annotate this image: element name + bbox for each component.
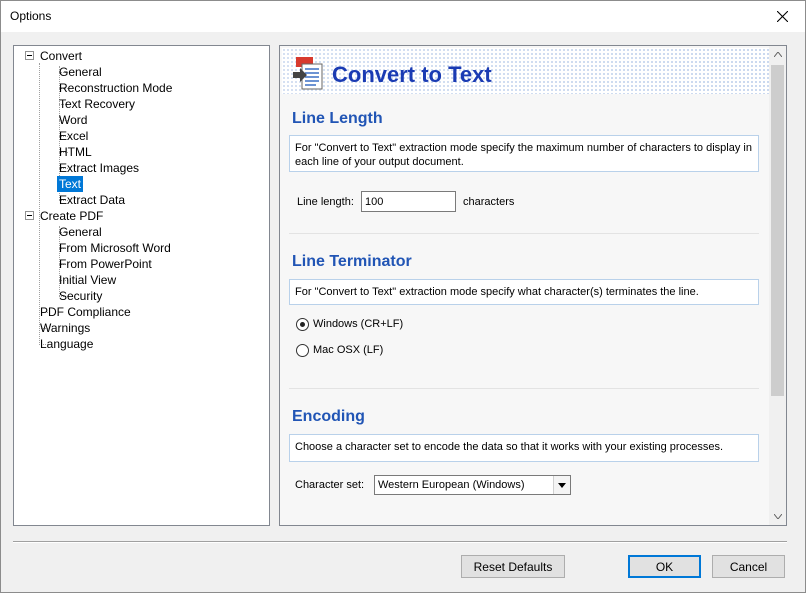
settings-scroll-area: Convert to Text Line Length For "Convert… xyxy=(280,46,769,525)
encoding-heading: Encoding xyxy=(292,408,365,425)
panel-header: Convert to Text xyxy=(282,48,769,94)
line-terminator-description: For "Convert to Text" extraction mode sp… xyxy=(289,279,759,305)
tree-item-extract-images[interactable]: Extract Images xyxy=(57,160,141,176)
line-length-heading: Line Length xyxy=(292,110,383,127)
tree-item-convert[interactable]: Convert xyxy=(38,48,84,64)
radio-windows-crlf-label[interactable]: Windows (CR+LF) xyxy=(313,318,403,330)
tree-item-pdf-general[interactable]: General xyxy=(57,224,104,240)
line-length-input[interactable] xyxy=(361,191,456,212)
reset-defaults-button[interactable]: Reset Defaults xyxy=(461,555,565,578)
collapse-icon[interactable] xyxy=(25,211,34,220)
tree-line xyxy=(39,63,40,345)
tree-item-security[interactable]: Security xyxy=(57,288,104,304)
cancel-button[interactable]: Cancel xyxy=(712,555,785,578)
scroll-down-icon[interactable] xyxy=(769,508,786,525)
convert-to-text-icon xyxy=(293,57,323,90)
window-title: Options xyxy=(10,9,52,23)
encoding-description: Choose a character set to encode the dat… xyxy=(289,434,759,462)
tree-item-extract-data[interactable]: Extract Data xyxy=(57,192,127,208)
options-tree[interactable]: Convert General Reconstruction Mode Text… xyxy=(13,45,270,526)
tree-item-html[interactable]: HTML xyxy=(57,144,94,160)
close-button[interactable] xyxy=(759,1,805,32)
footer-divider xyxy=(13,541,787,543)
section-divider xyxy=(289,233,759,234)
character-set-value: Western European (Windows) xyxy=(378,479,525,491)
tree-item-create-pdf[interactable]: Create PDF xyxy=(38,208,105,224)
close-icon xyxy=(776,11,788,22)
tree-item-language[interactable]: Language xyxy=(38,336,95,352)
tree-item-from-powerpoint[interactable]: From PowerPoint xyxy=(57,256,154,272)
title-bar: Options xyxy=(1,1,805,32)
tree-item-text[interactable]: Text xyxy=(57,176,84,192)
line-length-unit: characters xyxy=(463,196,515,208)
ok-button[interactable]: OK xyxy=(628,555,701,578)
options-dialog: Options Convert General Reconstruction M… xyxy=(0,0,806,593)
tree-item-text-recovery[interactable]: Text Recovery xyxy=(57,96,137,112)
line-length-label: Line length: xyxy=(297,196,354,208)
scrollbar-thumb[interactable] xyxy=(771,65,784,396)
tree-item-excel[interactable]: Excel xyxy=(57,128,90,144)
dropdown-arrow-icon[interactable] xyxy=(553,476,570,494)
radio-mac-osx-lf-label[interactable]: Mac OSX (LF) xyxy=(313,344,383,356)
character-set-select[interactable]: Western European (Windows) xyxy=(374,475,571,495)
character-set-label: Character set: xyxy=(295,479,365,491)
tree-item-word[interactable]: Word xyxy=(57,112,89,128)
tree-item-from-microsoft-word[interactable]: From Microsoft Word xyxy=(57,240,173,256)
tree-item-warnings[interactable]: Warnings xyxy=(38,320,92,336)
tree-item-pdf-compliance[interactable]: PDF Compliance xyxy=(38,304,133,320)
tree-item-general[interactable]: General xyxy=(57,64,104,80)
scroll-up-icon[interactable] xyxy=(769,46,786,63)
tree-item-initial-view[interactable]: Initial View xyxy=(57,272,118,288)
collapse-icon[interactable] xyxy=(25,51,34,60)
radio-mac-osx-lf[interactable] xyxy=(296,344,309,357)
vertical-scrollbar[interactable] xyxy=(769,46,786,525)
settings-panel: Convert to Text Line Length For "Convert… xyxy=(279,45,787,526)
line-length-description: For "Convert to Text" extraction mode sp… xyxy=(289,135,759,172)
tree-item-reconstruction-mode[interactable]: Reconstruction Mode xyxy=(57,80,174,96)
section-divider xyxy=(289,388,759,389)
radio-windows-crlf[interactable] xyxy=(296,318,309,331)
line-terminator-heading: Line Terminator xyxy=(292,253,412,270)
page-title: Convert to Text xyxy=(332,62,492,87)
